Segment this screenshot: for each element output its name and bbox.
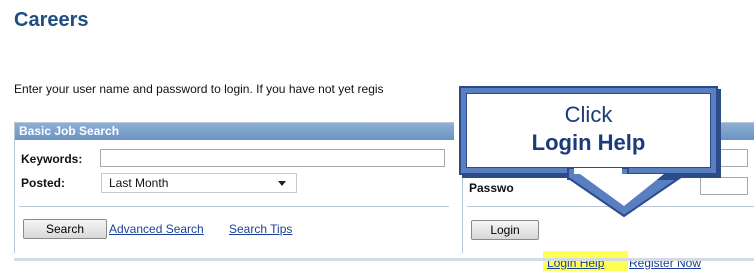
callout-line-1: Click — [564, 102, 613, 127]
keywords-label: Keywords: — [21, 152, 83, 166]
instruction-callout: Click Login Help — [459, 86, 718, 175]
posted-label: Posted: — [21, 176, 66, 190]
intro-text: Enter your user name and password to log… — [14, 82, 384, 96]
chevron-down-icon — [278, 181, 286, 186]
page-title: Careers — [14, 9, 89, 31]
keywords-input[interactable] — [100, 149, 445, 167]
basic-job-search-panel: Basic Job Search Keywords: Posted: Last … — [14, 122, 454, 253]
advanced-search-link[interactable]: Advanced Search — [109, 222, 204, 236]
callout-line-2: Login Help — [531, 130, 646, 155]
search-button[interactable]: Search — [23, 219, 107, 239]
posted-select-value: Last Month — [109, 176, 169, 190]
basic-job-search-header: Basic Job Search — [15, 123, 454, 140]
password-input[interactable] — [700, 177, 748, 195]
password-label: Passwo — [469, 181, 514, 195]
callout-body: Click Login Help — [466, 93, 711, 168]
divider — [19, 206, 449, 207]
login-button[interactable]: Login — [471, 220, 539, 240]
posted-select[interactable]: Last Month — [101, 173, 297, 193]
callout-pointer-icon — [567, 168, 682, 218]
footer-rule — [14, 258, 754, 261]
search-tips-link[interactable]: Search Tips — [229, 222, 292, 236]
